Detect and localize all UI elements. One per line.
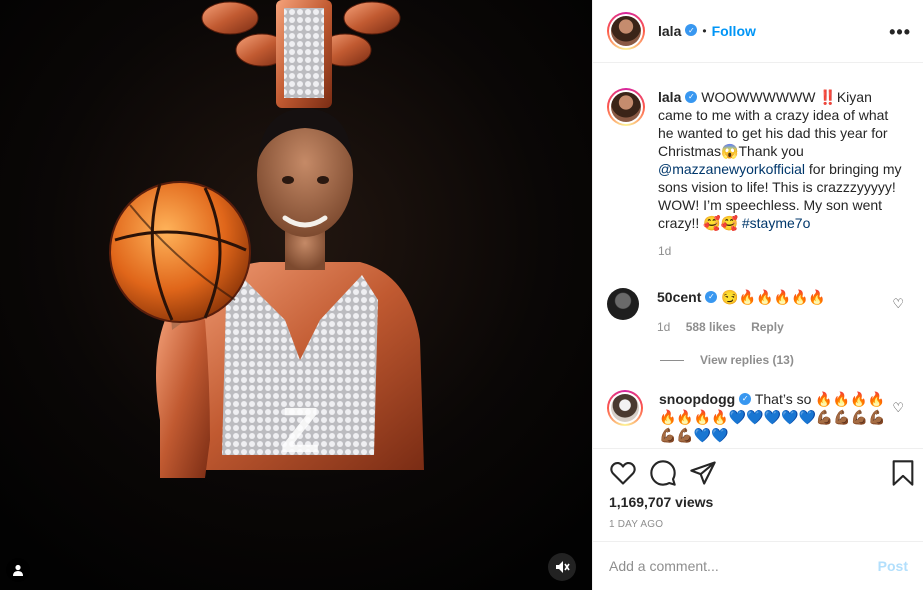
comment-composer: Post [593,541,923,590]
views-count[interactable]: 1,169,707 views [609,494,713,510]
author-username[interactable]: lala [658,23,681,39]
bookmark-icon[interactable] [889,459,917,487]
post-video[interactable]: Z [0,0,592,590]
verified-badge-icon: ✓ [705,291,718,304]
author-avatar[interactable] [607,12,645,50]
follow-button[interactable]: Follow [712,23,756,39]
comment-like-heart-icon[interactable]: ♡ [892,296,904,312]
commenter-username[interactable]: 50cent [657,289,701,305]
user-tag-button[interactable] [6,558,30,582]
svg-text:Z: Z [280,394,319,466]
verified-badge-icon: ✓ [685,91,698,104]
comment-meta: 1d 588 likes Reply [657,318,897,336]
comment-item: snoopdogg ✓ That’s so 🔥🔥🔥🔥🔥🔥🔥🔥💙💙💙💙💙💪🏾💪🏾💪🏾… [607,390,899,444]
view-replies-label: View replies (13) [700,353,794,367]
reply-button[interactable]: Reply [751,320,784,334]
commenter-avatar-image [611,394,639,422]
comment-likes[interactable]: 588 likes [686,320,736,334]
comments-list[interactable]: lala ✓ WOOWWWWWW ‼️Kiyan came to me with … [593,64,923,447]
commenter-avatar[interactable] [607,390,643,426]
view-replies-button[interactable]: View replies (13) [660,353,794,367]
post-caption: lala ✓ WOOWWWWWW ‼️Kiyan came to me with … [607,88,903,260]
comment-item: 50cent ✓ 😏🔥🔥🔥🔥🔥 1d 588 likes Reply [607,288,897,336]
follow-separator: • [702,24,707,38]
post-side-panel: lala ✓ • Follow ••• lala ✓ WOOWWWWWW ‼️Ki… [592,0,923,590]
caption-hashtag-link[interactable]: #stayme7o [742,215,810,231]
verified-badge-icon: ✓ [739,393,752,406]
caption-avatar-image [611,92,641,122]
heart-icon[interactable] [609,459,637,487]
caption-username[interactable]: lala [658,89,681,105]
post-timestamp[interactable]: 1 DAY AGO [609,519,663,530]
verified-badge-icon: ✓ [685,24,698,36]
post-header: lala ✓ • Follow ••• [593,0,923,63]
comment-timestamp[interactable]: 1d [657,320,670,334]
comment-input[interactable] [609,558,878,574]
replies-divider [660,359,684,361]
comment-text: 😏🔥🔥🔥🔥🔥 [717,289,826,305]
speaker-muted-icon [556,561,570,573]
comment-like-heart-icon[interactable]: ♡ [892,400,904,416]
more-options-icon[interactable]: ••• [889,22,911,43]
comment-icon[interactable] [649,459,677,487]
mute-toggle-button[interactable] [548,553,576,581]
commenter-username[interactable]: snoopdogg [659,391,735,407]
paper-plane-icon[interactable] [689,459,717,487]
user-tag-icon [13,564,23,576]
post-comment-button[interactable]: Post [878,558,908,574]
post-actions: 1,169,707 views 1 DAY AGO [593,448,923,530]
commenter-avatar[interactable] [607,288,639,320]
caption-timestamp[interactable]: 1d [658,242,903,260]
author-avatar-image [611,16,641,46]
caption-mention-link[interactable]: @mazzanewyorkofficial [658,161,805,177]
video-frame-illustration: Z [0,0,592,590]
caption-avatar[interactable] [607,88,645,126]
